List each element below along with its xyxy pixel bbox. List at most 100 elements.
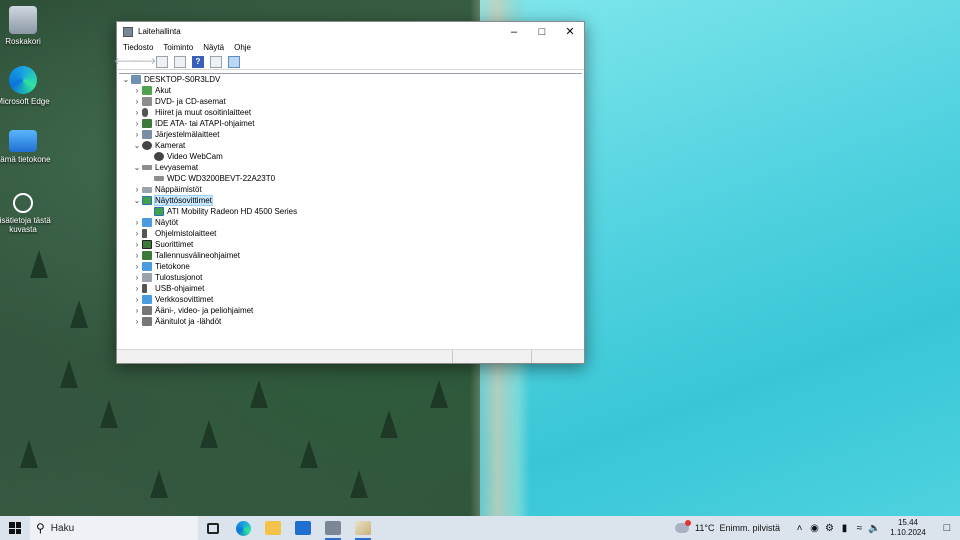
weather-widget[interactable]: 11°C Enimm. pilvistä xyxy=(675,520,780,533)
tree-node-print-queues[interactable]: › Tulostusjonot xyxy=(132,272,202,283)
status-divider xyxy=(452,350,453,363)
windows-logo-icon xyxy=(9,522,21,534)
learn-about-picture-icon xyxy=(13,193,33,213)
tree-node-mice[interactable]: › Hiiret ja muut osoitinlaitteet xyxy=(132,107,251,118)
menu-file[interactable]: Tiedosto xyxy=(119,43,157,52)
chevron-down-icon[interactable]: ⌄ xyxy=(132,163,142,172)
taskbar-device-manager[interactable] xyxy=(318,516,348,540)
desktop-icon-learn-picture[interactable]: Lisätietoja tästä kuvasta xyxy=(0,193,53,234)
tree-root[interactable]: ⌄ DESKTOP-S0R3LDV xyxy=(121,74,220,85)
this-pc-icon xyxy=(9,130,37,152)
chevron-down-icon[interactable]: ⌄ xyxy=(132,141,142,150)
tree-node-label: ATI Mobility Radeon HD 4500 Series xyxy=(167,207,298,216)
show-hide-console-tree-icon[interactable] xyxy=(156,55,168,68)
maximize-button[interactable]: □ xyxy=(528,22,556,41)
tree-node-keyboards[interactable]: › Näppäimistöt xyxy=(132,184,202,195)
chevron-right-icon[interactable]: › xyxy=(132,229,142,238)
tree-node-cameras[interactable]: ⌄ Kamerat xyxy=(132,140,185,151)
menu-action[interactable]: Toiminto xyxy=(159,43,197,52)
menu-help[interactable]: Ohje xyxy=(230,43,255,52)
chevron-right-icon[interactable]: › xyxy=(132,119,142,128)
chevron-right-icon[interactable]: › xyxy=(132,273,142,282)
chevron-right-icon[interactable]: › xyxy=(132,317,142,326)
chevron-right-icon[interactable]: › xyxy=(132,240,142,249)
tree-node-dvd[interactable]: › DVD- ja CD-asemat xyxy=(132,96,226,107)
chevron-right-icon[interactable]: › xyxy=(132,130,142,139)
notification-icon[interactable]: □ xyxy=(934,522,960,534)
tree-node-wdc[interactable]: WDC WD3200BEVT-22A23T0 xyxy=(154,173,275,184)
chevron-right-icon[interactable]: › xyxy=(132,108,142,117)
chevron-right-icon[interactable]: › xyxy=(132,262,142,271)
taskbar-edge[interactable] xyxy=(228,516,258,540)
tree-node-webcam[interactable]: Video WebCam xyxy=(154,151,223,162)
task-view-button[interactable] xyxy=(198,516,228,540)
tree-node-processors[interactable]: › Suorittimet xyxy=(132,239,193,250)
folder-icon xyxy=(265,521,281,535)
tree-node-computer[interactable]: › Tietokone xyxy=(132,261,190,272)
tree-node-network-adapters[interactable]: › Verkkosovittimet xyxy=(132,294,213,305)
taskbar-paint[interactable] xyxy=(348,516,378,540)
tree xyxy=(350,470,368,498)
help-icon[interactable]: ? xyxy=(192,55,204,68)
tree-node-akut[interactable]: › Akut xyxy=(132,85,171,96)
tree-node-disk-drives[interactable]: ⌄ Levyasemat xyxy=(132,162,199,173)
wifi-icon[interactable]: ≈ xyxy=(852,523,867,534)
tree-node-storage-controllers[interactable]: › Tallennusvälineohjaimet xyxy=(132,250,240,261)
minimize-button[interactable]: – xyxy=(500,22,528,41)
device-manager-icon xyxy=(123,26,133,37)
chevron-right-icon[interactable]: › xyxy=(132,218,142,227)
weather-temp: 11°C xyxy=(695,523,715,533)
search-placeholder: Haku xyxy=(50,522,75,534)
tree-node-ide[interactable]: › IDE ATA- tai ATAPI-ohjaimet xyxy=(132,118,254,129)
chevron-right-icon[interactable]: › xyxy=(132,251,142,260)
close-button[interactable]: ✕ xyxy=(556,22,584,41)
recycle-bin-icon xyxy=(9,6,37,34)
tree-node-audio-io[interactable]: › Äänitulot ja -lähdöt xyxy=(132,316,221,327)
clock[interactable]: 15.44 1.10.2024 xyxy=(886,518,930,538)
tree-node-label: Akut xyxy=(155,86,172,95)
taskbar-file-explorer[interactable] xyxy=(258,516,288,540)
back-arrow-icon[interactable]: 🡐 xyxy=(114,56,138,68)
desktop-icon-this-pc[interactable]: Tämä tietokone xyxy=(0,130,53,164)
settings-icon[interactable]: ⚙ xyxy=(822,523,837,534)
volume-icon[interactable]: 🔈 xyxy=(867,523,882,534)
tree-node-monitors[interactable]: › Näytöt xyxy=(132,217,178,228)
menu-view[interactable]: Näytä xyxy=(199,43,228,52)
chevron-right-icon[interactable]: › xyxy=(132,306,142,315)
chevron-down-icon[interactable]: ⌄ xyxy=(132,196,142,205)
tree xyxy=(380,410,398,438)
tree-node-display-adapters[interactable]: ⌄ Näyttösovittimet xyxy=(132,195,213,206)
properties-icon[interactable] xyxy=(174,55,186,68)
desktop-icon-edge[interactable]: Microsoft Edge xyxy=(0,66,53,106)
chevron-right-icon[interactable]: › xyxy=(132,284,142,293)
software-device-icon xyxy=(142,229,147,238)
taskbar-mail[interactable] xyxy=(288,516,318,540)
tree-node-system[interactable]: › Järjestelmälaitteet xyxy=(132,129,219,140)
view-icon[interactable] xyxy=(210,55,222,68)
tree-node-label: Näppäimistöt xyxy=(155,185,202,194)
keyboard-icon xyxy=(142,186,152,193)
title-bar[interactable]: Laitehallinta – □ ✕ xyxy=(117,22,584,41)
start-button[interactable] xyxy=(0,516,30,540)
chevron-right-icon[interactable]: › xyxy=(132,97,142,106)
tree-node-sound[interactable]: › Ääni-, video- ja peliohjaimet xyxy=(132,305,253,316)
chevron-up-icon[interactable]: ˄ xyxy=(792,523,807,534)
chevron-right-icon[interactable]: › xyxy=(132,86,142,95)
tree-node-usb[interactable]: › USB-ohjaimet xyxy=(132,283,204,294)
chevron-right-icon[interactable]: › xyxy=(132,185,142,194)
chevron-right-icon[interactable]: › xyxy=(132,295,142,304)
search-box[interactable]: ⚲ Haku xyxy=(30,516,198,540)
scan-hardware-icon[interactable] xyxy=(228,55,240,68)
tree-node-label: Verkkosovittimet xyxy=(155,295,214,304)
record-icon[interactable]: ◉ xyxy=(807,523,822,534)
forward-arrow-icon[interactable]: 🡒 xyxy=(132,56,156,68)
tree-node-software-devices[interactable]: › Ohjelmistolaitteet xyxy=(132,228,216,239)
tree-node-label: Kamerat xyxy=(155,141,186,150)
tree-node-label: IDE ATA- tai ATAPI-ohjaimet xyxy=(155,119,255,128)
desktop-icon-recycle-bin[interactable]: Roskakori xyxy=(0,6,53,46)
chevron-down-icon[interactable]: ⌄ xyxy=(121,75,131,84)
tree-node-ati[interactable]: ATI Mobility Radeon HD 4500 Series xyxy=(154,206,297,217)
status-divider xyxy=(531,350,532,363)
usb-icon xyxy=(142,284,147,293)
battery-icon[interactable]: ▮ xyxy=(837,523,852,534)
